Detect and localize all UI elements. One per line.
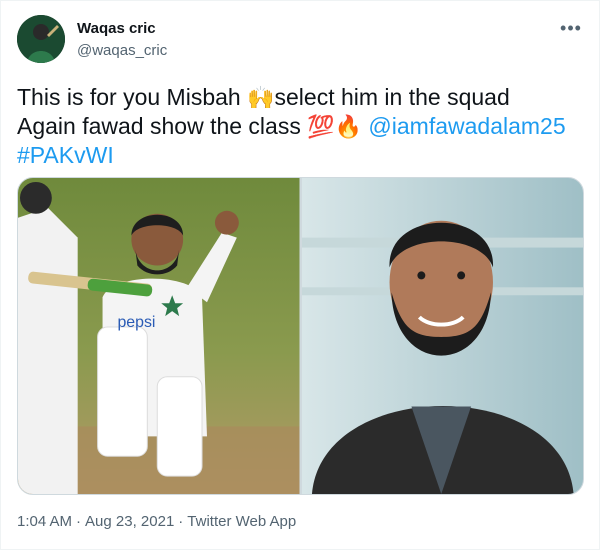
tweet-time: 1:04 AM	[17, 513, 73, 530]
raising-hands-emoji-icon: 🙌	[247, 85, 275, 110]
tweet-text-segment: This is for you Misbah	[17, 84, 248, 110]
avatar-image	[17, 15, 65, 63]
cricket-player-photo-icon: pepsi	[18, 178, 300, 494]
meta-separator: ·	[178, 513, 184, 530]
hundred-points-emoji-icon: 💯	[307, 114, 335, 139]
coach-portrait-photo-icon	[301, 178, 583, 494]
tweet-text-segment: select him in the squad	[274, 84, 510, 110]
media-grid: pepsi	[17, 177, 584, 495]
tweet-text-line-1: This is for you Misbah 🙌select him in th…	[17, 83, 587, 112]
mention-link[interactable]: @iamfawadalam25	[368, 113, 565, 139]
timestamp-link[interactable]: 1:04 AM · Aug 23, 2021	[17, 513, 174, 530]
fire-emoji-icon: 🔥	[334, 114, 363, 139]
media-image-right[interactable]	[301, 178, 583, 494]
more-options-icon[interactable]: •••	[557, 19, 585, 41]
tweet-card: Waqas cric @waqas_cric ••• This is for y…	[0, 0, 600, 550]
avatar[interactable]	[17, 15, 65, 63]
meta-separator: ·	[76, 513, 82, 530]
username-handle[interactable]: @waqas_cric	[77, 42, 167, 59]
source-link[interactable]: Twitter Web App	[187, 513, 296, 530]
tweet-text-line-3: #PAKvWI	[17, 141, 587, 170]
tweet-meta: 1:04 AM · Aug 23, 2021 · Twitter Web App	[17, 513, 296, 530]
display-name[interactable]: Waqas cric	[77, 20, 156, 37]
tweet-date: Aug 23, 2021	[85, 513, 175, 530]
tweet-text-line-2: Again fawad show the class 💯🔥 @iamfawada…	[17, 112, 587, 141]
tweet-text-segment: Again fawad show the class	[17, 113, 308, 139]
media-image-left[interactable]: pepsi	[18, 178, 300, 494]
hashtag-link[interactable]: #PAKvWI	[17, 142, 114, 168]
tweet-text: This is for you Misbah 🙌select him in th…	[17, 83, 587, 170]
svg-text:pepsi: pepsi	[117, 314, 155, 331]
